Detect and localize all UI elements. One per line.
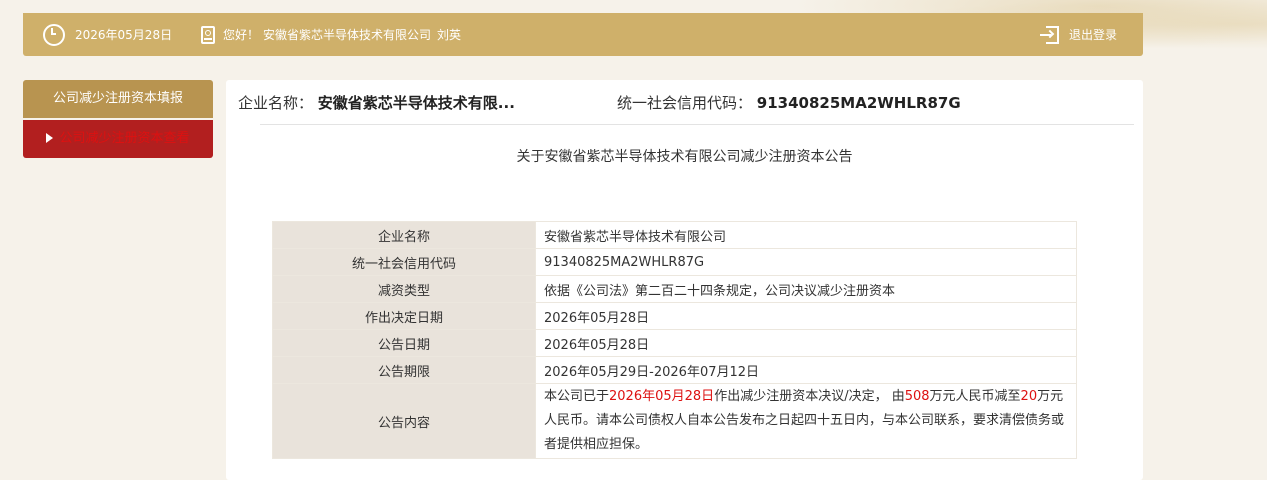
code-label: 统一社会信用代码： xyxy=(617,94,753,112)
row-key: 统一社会信用代码 xyxy=(272,248,536,276)
clock-icon xyxy=(43,23,65,46)
row-value: 91340825MA2WHLR87G xyxy=(535,248,1077,276)
divider xyxy=(260,124,1134,125)
table-row: 减资类型 依据《公司法》第二百二十四条规定，公司决议减少注册资本 xyxy=(272,275,1077,303)
decision-date: 2026年05月28日 xyxy=(609,389,715,404)
logout-button[interactable]: 退出登录 xyxy=(1040,13,1117,56)
name-label: 企业名称： xyxy=(238,94,314,112)
user-name: 刘英 xyxy=(437,28,462,42)
name-value: 安徽省紫芯半导体技术有限... xyxy=(317,94,515,112)
from-amount: 508 xyxy=(904,389,930,404)
current-date: 2026年05月28日 xyxy=(75,28,173,42)
date-display: 2026年05月28日 xyxy=(43,13,172,56)
row-value: 依据《公司法》第二百二十四条规定，公司决议减少注册资本 xyxy=(535,275,1077,303)
triangle-right-icon xyxy=(46,132,54,143)
row-key: 企业名称 xyxy=(272,221,536,249)
row-key: 公告日期 xyxy=(272,329,536,357)
row-value: 2026年05月29日-2026年07月12日 xyxy=(535,356,1077,384)
table-row: 公告日期 2026年05月28日 xyxy=(272,329,1077,357)
main-panel: 企业名称： 安徽省紫芯半导体技术有限... 统一社会信用代码： 91340825… xyxy=(226,80,1143,480)
row-value: 2026年05月28日 xyxy=(535,329,1077,357)
table-row: 公告期限 2026年05月29日-2026年07月12日 xyxy=(272,356,1077,384)
content-text: 万元人民币减至 xyxy=(929,389,1021,404)
top-bar: 2026年05月28日 您好！ 安徽省紫芯半导体技术有限公司 刘英 退出登录 xyxy=(23,13,1143,56)
content-text: 作出减少注册资本决议/决定， 由 xyxy=(714,389,905,404)
logout-icon xyxy=(1040,25,1060,45)
sidebar-item-label: 公司减少注册资本查看 xyxy=(59,131,190,146)
table-row: 企业名称 安徽省紫芯半导体技术有限公司 xyxy=(272,221,1077,249)
notice-content: 本公司已于2026年05月28日作出减少注册资本决议/决定， 由508万元人民币… xyxy=(535,383,1077,459)
credit-code-header: 统一社会信用代码： 91340825MA2WHLR87G xyxy=(617,92,961,116)
row-key: 公告期限 xyxy=(272,356,536,384)
notice-title: 关于安徽省紫芯半导体技术有限公司减少注册资本公告 xyxy=(516,149,853,165)
row-key: 公告内容 xyxy=(272,383,536,459)
to-amount: 20 xyxy=(1020,389,1038,404)
sidebar-item-reduce-capital-fill[interactable]: 公司减少注册资本填报 xyxy=(23,80,213,118)
sidebar-item-reduce-capital-view[interactable]: 公司减少注册资本查看 xyxy=(23,120,213,158)
code-value: 91340825MA2WHLR87G xyxy=(756,94,961,112)
table-row: 作出决定日期 2026年05月28日 xyxy=(272,302,1077,330)
user-card-icon xyxy=(201,25,215,44)
table-row: 统一社会信用代码 91340825MA2WHLR87G xyxy=(272,248,1077,276)
logout-label: 退出登录 xyxy=(1069,28,1118,42)
sidebar: 公司减少注册资本填报 公司减少注册资本查看 xyxy=(23,80,213,158)
row-value: 2026年05月28日 xyxy=(535,302,1077,330)
greeting: 您好！ xyxy=(223,28,260,42)
sidebar-item-label: 公司减少注册资本填报 xyxy=(52,91,183,106)
row-key: 作出决定日期 xyxy=(272,302,536,330)
notice-table: 企业名称 安徽省紫芯半导体技术有限公司 统一社会信用代码 91340825MA2WHL… xyxy=(272,221,1077,459)
company-header: 企业名称： 安徽省紫芯半导体技术有限... xyxy=(238,92,515,116)
row-key: 减资类型 xyxy=(272,275,536,303)
row-value: 安徽省紫芯半导体技术有限公司 xyxy=(535,221,1077,249)
table-row-content: 公告内容 本公司已于2026年05月28日作出减少注册资本决议/决定， 由508万… xyxy=(272,383,1077,459)
user-info: 您好！ 安徽省紫芯半导体技术有限公司 刘英 xyxy=(201,13,461,56)
content-text: 本公司已于 xyxy=(544,389,610,404)
company-name: 安徽省紫芯半导体技术有限公司 xyxy=(263,28,432,42)
